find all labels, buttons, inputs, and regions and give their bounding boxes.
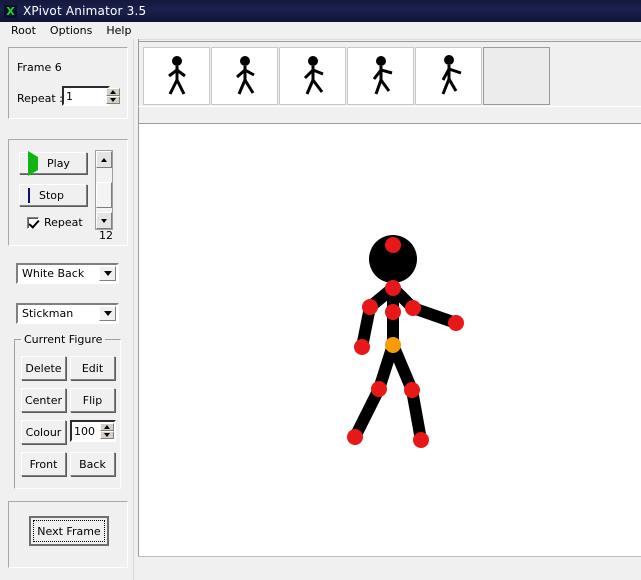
current-figure-legend: Current Figure [21,333,106,346]
application-window: X XPivot Animator 3.5 Root Options Help … [0,0,641,580]
figure-joint-neck[interactable] [385,280,401,296]
frame-thumbnail-3[interactable] [279,47,346,105]
figure-joint-hip-center[interactable] [385,337,401,353]
figure-joint-left-foot[interactable] [347,429,363,445]
repeat-checkbox-label: Repeat [44,216,83,229]
repeat-checkbox[interactable]: Repeat [27,216,83,229]
playback-panel: Play Stop Repeat 12 [8,139,128,246]
figure-joint-right-shoulder[interactable] [405,300,421,316]
delete-figure-button[interactable]: Delete [21,356,66,380]
figure-select-chevron-down-icon[interactable] [99,306,116,321]
stop-button-label: Stop [39,188,65,202]
bottom-bar [138,557,641,580]
figure-joint-right-foot[interactable] [413,432,429,448]
stick-figure-thumb-icon [303,56,324,95]
figure-joint-chest[interactable] [385,304,401,320]
colour-figure-button[interactable]: Colour [21,420,66,444]
current-figure-group: Current Figure Delete Edit Center Flip C… [14,333,121,489]
menu-help[interactable]: Help [99,23,138,39]
repeat-count-value: 1 [66,89,73,103]
repeat-stepper-up[interactable] [106,88,120,96]
play-button[interactable]: Play [19,150,87,176]
figure-scale-stepper[interactable] [100,423,114,439]
back-figure-button[interactable]: Back [70,452,115,476]
frame-number-label: Frame 6 [17,61,62,74]
playback-speed-value: 12 [99,229,113,242]
front-figure-button[interactable]: Front [21,452,66,476]
figure-joint-head-top[interactable] [385,237,401,253]
repeat-stepper-down[interactable] [106,96,120,104]
stop-button[interactable]: Stop [19,184,87,206]
left-control-panel: Frame 6 Repeat : 1 Play Stop Repeat 12 W… [0,39,133,580]
figure-scale-stepper-down[interactable] [100,431,114,439]
playback-speed-scrollbar[interactable] [95,150,113,230]
repeat-checkbox-box[interactable] [27,216,39,229]
figure-select[interactable]: Stickman [16,303,119,324]
speed-scroll-down-button[interactable] [96,212,112,229]
repeat-count-input[interactable]: 1 [62,86,110,106]
next-frame-panel: Next Frame [8,501,128,568]
frame-thumbnail-1[interactable] [143,47,210,105]
frame-info-panel: Frame 6 Repeat : 1 [8,47,128,119]
frame-thumbnail-2[interactable] [211,47,278,105]
next-frame-button[interactable]: Next Frame [29,516,109,546]
background-select-chevron-down-icon[interactable] [99,266,116,281]
repeat-count-stepper[interactable] [106,88,120,104]
flip-figure-button[interactable]: Flip [70,388,115,412]
app-icon-glyph: X [6,4,15,18]
menu-options[interactable]: Options [43,23,99,39]
x-app-icon: X [4,4,17,18]
speed-scroll-up-button[interactable] [96,151,112,168]
stick-figure-thumb-icon [167,56,186,95]
figure-joint-left-shoulder[interactable] [362,299,378,315]
menu-root[interactable]: Root [4,23,43,39]
play-button-label: Play [47,156,70,170]
title-bar: X XPivot Animator 3.5 [0,0,641,22]
figure-select-value: Stickman [22,307,74,320]
stick-figure-thumb-icon [441,55,461,95]
stop-icon [28,187,30,203]
frame-thumbnail-5[interactable] [415,47,482,105]
stick-figure[interactable] [139,124,640,556]
figure-joint-right-knee[interactable] [404,382,420,398]
figure-scale-stepper-up[interactable] [100,423,114,431]
figure-bone-left-knee-left-foot [349,383,385,443]
animation-canvas[interactable] [138,123,641,557]
figure-scale-value: 100 [74,424,95,438]
stick-figure-thumb-icon [372,56,392,95]
background-select-value: White Back [22,267,85,280]
background-select[interactable]: White Back [16,263,119,284]
edit-figure-button[interactable]: Edit [70,356,115,380]
play-icon [28,150,38,176]
frame-thumbnail-strip[interactable] [138,41,641,107]
frame-thumbnail-6[interactable] [483,47,550,105]
figure-joint-left-hand[interactable] [354,339,370,355]
next-frame-button-label: Next Frame [33,520,105,542]
figure-joint-right-hand[interactable] [448,315,464,331]
repeat-count-label: Repeat : [17,92,63,105]
window-title: XPivot Animator 3.5 [23,4,147,18]
speed-scroll-thumb[interactable] [96,182,112,208]
figure-joint-left-knee[interactable] [371,381,387,397]
frame-thumbnail-4[interactable] [347,47,414,105]
menu-bar: Root Options Help [0,22,641,40]
center-figure-button[interactable]: Center [21,388,66,412]
stick-figure-thumb-icon [235,56,255,95]
speed-scroll-track[interactable] [96,168,112,212]
